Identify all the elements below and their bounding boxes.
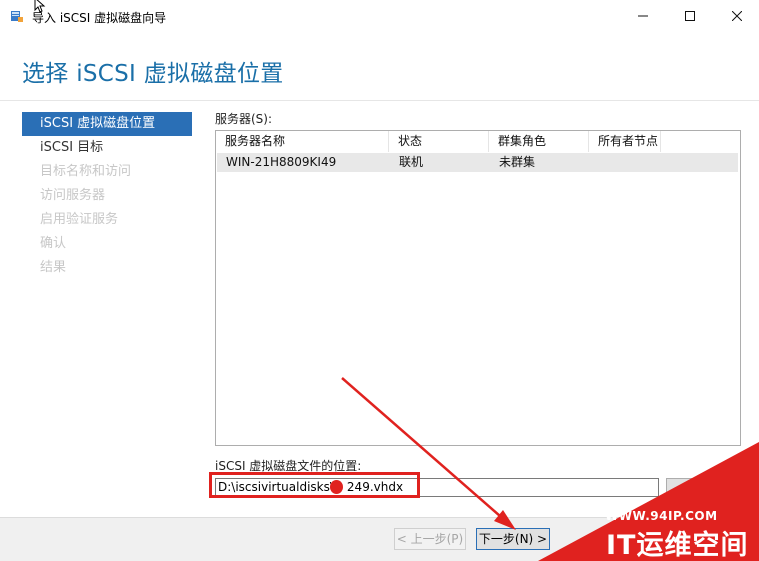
wizard-steps-nav: iSCSI 虚拟磁盘位置 iSCSI 目标 目标名称和访问 访问服务器 启用验证…	[22, 112, 192, 280]
maximize-button[interactable]	[667, 0, 713, 32]
cell-owner-node	[590, 153, 662, 172]
nav-step-iscsi-target[interactable]: iSCSI 目标	[22, 136, 192, 160]
server-manager-icon	[11, 11, 23, 22]
nav-step-vhd-location[interactable]: iSCSI 虚拟磁盘位置	[22, 112, 192, 136]
maximize-icon	[685, 11, 695, 21]
header-divider	[0, 100, 759, 101]
column-header-cluster-role[interactable]: 群集角色	[489, 131, 589, 152]
close-icon	[732, 11, 742, 21]
nav-step-confirmation: 确认	[40, 236, 67, 251]
table-header: 服务器名称 状态 群集角色 所有者节点	[216, 131, 740, 152]
next-button[interactable]: 下一步(N) >	[476, 528, 550, 550]
annotation-highlight-box	[209, 472, 420, 498]
servers-table[interactable]: 服务器名称 状态 群集角色 所有者节点 WIN-21H8809KI49 联机 未…	[215, 130, 741, 446]
cell-server-name: WIN-21H8809KI49	[226, 155, 337, 169]
mouse-cursor-icon	[34, 0, 46, 13]
nav-step-access-servers: 访问服务器	[40, 188, 106, 203]
watermark-name: IT运维空间	[606, 530, 749, 561]
minimize-button[interactable]	[620, 0, 666, 32]
column-header-status[interactable]: 状态	[389, 131, 489, 152]
table-row[interactable]: WIN-21H8809KI49 联机 未群集	[217, 153, 738, 172]
window-title: 导入 iSCSI 虚拟磁盘向导	[32, 11, 167, 25]
previous-button[interactable]: < 上一步(P)	[394, 528, 466, 550]
nav-step-target-name-access: 目标名称和访问	[40, 164, 132, 179]
column-header-server-name[interactable]: 服务器名称	[216, 131, 389, 152]
nav-step-enable-auth: 启用验证服务	[40, 212, 119, 227]
title-bar[interactable]: 导入 iSCSI 虚拟磁盘向导	[0, 0, 759, 32]
watermark-url: WWW.94IP.COM	[605, 509, 718, 523]
browse-button[interactable]: ...	[666, 478, 706, 497]
nav-step-results: 结果	[40, 260, 67, 275]
close-button[interactable]	[714, 0, 759, 32]
page-title: 选择 iSCSI 虚拟磁盘位置	[22, 61, 284, 87]
wizard-window: 导入 iSCSI 虚拟磁盘向导 选择 iSCSI 虚拟磁盘位置 iSCSI 虚拟…	[0, 0, 759, 561]
minimize-icon	[638, 15, 648, 17]
cell-status: 联机	[399, 155, 424, 169]
cell-cluster-role: 未群集	[499, 155, 536, 169]
servers-label: 服务器(S):	[215, 112, 273, 126]
column-header-owner-node[interactable]: 所有者节点	[589, 131, 661, 152]
